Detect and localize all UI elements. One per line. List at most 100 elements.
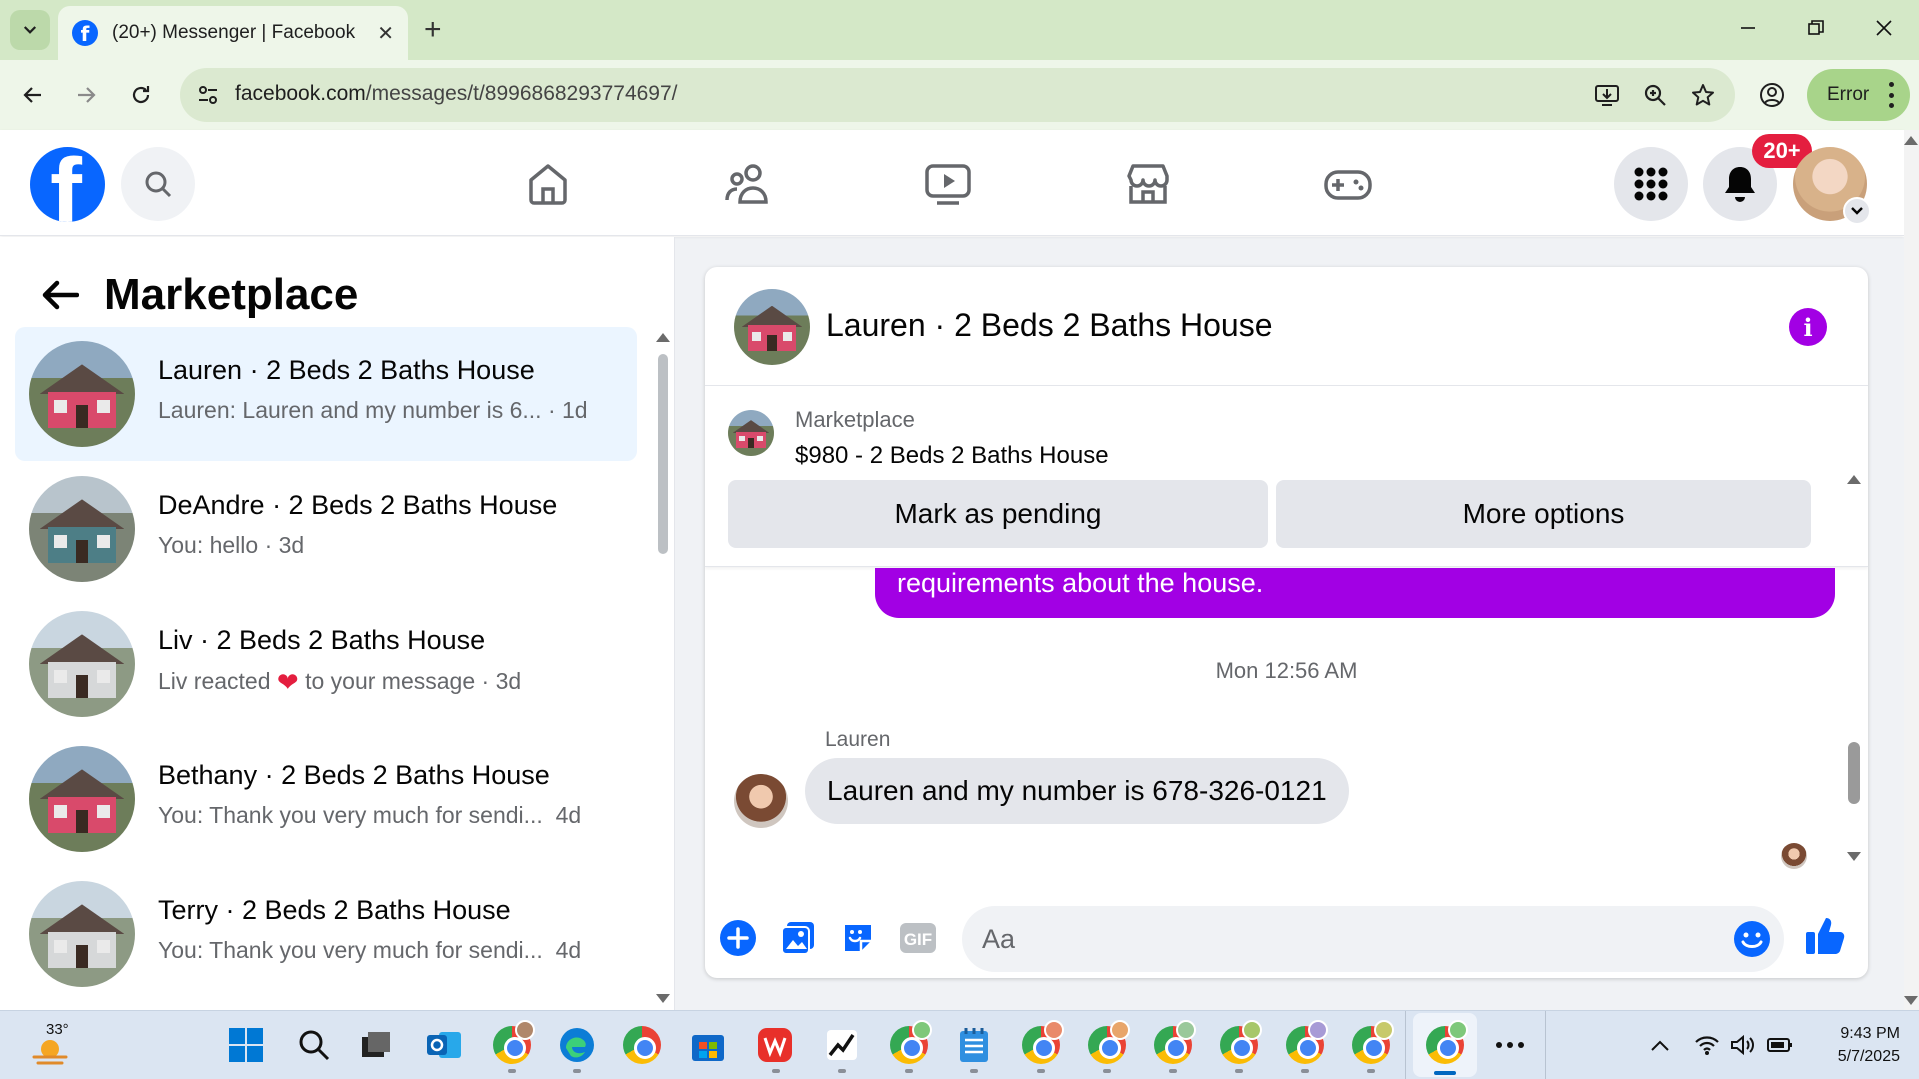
nav-home[interactable] — [516, 152, 580, 216]
window-close-icon[interactable] — [1856, 8, 1912, 48]
bell-icon — [1725, 167, 1755, 202]
forward-arrow-icon[interactable] — [66, 75, 106, 115]
message-input[interactable] — [982, 918, 1682, 960]
start-button[interactable] — [224, 1023, 268, 1067]
gif-icon[interactable]: GIF — [898, 918, 938, 958]
taskbar-chrome-3[interactable] — [887, 1020, 932, 1067]
listing-small-thumbnail[interactable] — [728, 410, 774, 456]
sender-avatar[interactable] — [734, 774, 788, 828]
taskbar-chrome-active[interactable] — [1423, 1020, 1468, 1067]
page-scrollbar[interactable] — [1904, 130, 1919, 1010]
nav-gaming[interactable] — [1316, 152, 1380, 216]
taskbar-chrome-9[interactable] — [1349, 1020, 1394, 1067]
page-scroll-down-icon[interactable] — [1904, 996, 1918, 1005]
new-tab-icon[interactable]: + — [424, 12, 442, 48]
mark-as-pending-button[interactable]: Mark as pending — [728, 480, 1268, 548]
more-menu-icon — [1888, 82, 1894, 108]
listing-price[interactable]: $980 - 2 Beds 2 Baths House — [795, 442, 1109, 470]
running-indicator — [838, 1069, 846, 1073]
system-clock[interactable]: 9:43 PM 5/7/2025 — [1800, 1022, 1900, 1068]
conversation-list-scroll-thumb[interactable] — [658, 354, 668, 554]
reload-icon[interactable] — [121, 75, 161, 115]
volume-icon[interactable] — [1729, 1031, 1757, 1059]
taskbar-separator-2 — [1545, 1011, 1546, 1079]
svg-text:GIF: GIF — [904, 930, 932, 949]
thread-scroll-down-icon[interactable] — [1847, 852, 1861, 861]
thread-scroll-up-icon[interactable] — [1847, 475, 1861, 484]
listing-thumbnail — [29, 611, 135, 717]
chat-title[interactable]: Lauren · 2 Beds 2 Baths House — [826, 307, 1273, 344]
taskbar-chrome-1[interactable] — [490, 1020, 535, 1067]
tab-close-icon[interactable]: ✕ — [377, 21, 394, 46]
tray-overflow-chevron-icon[interactable] — [1646, 1031, 1674, 1059]
conversation-item-deandre[interactable]: DeAndre · 2 Beds 2 Baths House You: hell… — [15, 462, 637, 596]
nav-friends[interactable] — [716, 152, 780, 216]
browser-toolbar: facebook.com/messages/t/8996868293774697… — [0, 60, 1919, 130]
taskbar-edge[interactable] — [555, 1023, 599, 1067]
taskbar-stocks-app[interactable] — [820, 1023, 864, 1067]
clock-date: 5/7/2025 — [1837, 1048, 1900, 1065]
conversation-item-liv[interactable]: Liv · 2 Beds 2 Baths House Liv reacted ❤… — [15, 597, 637, 731]
more-actions-plus-icon[interactable] — [718, 918, 758, 958]
minimize-icon[interactable] — [1720, 8, 1776, 48]
taskbar-store[interactable] — [686, 1023, 730, 1067]
scroll-up-arrow-icon[interactable] — [656, 333, 670, 342]
taskbar-chrome-8[interactable] — [1283, 1020, 1328, 1067]
browser-error-button[interactable]: Error — [1807, 69, 1910, 121]
conversation-preview: You: hello · 3d — [158, 532, 305, 558]
tab-search-button[interactable] — [10, 10, 50, 50]
more-options-button[interactable]: More options — [1276, 480, 1811, 548]
taskbar-outlook[interactable] — [422, 1023, 466, 1067]
browser-tab[interactable]: f (20+) Messenger | Facebook ✕ — [58, 6, 408, 60]
address-bar[interactable]: facebook.com/messages/t/8996868293774697… — [180, 68, 1735, 122]
bookmark-star-icon[interactable] — [1689, 81, 1717, 109]
nav-marketplace[interactable] — [1116, 152, 1180, 216]
facebook-logo-icon[interactable]: f — [30, 147, 105, 222]
taskbar-chrome-4[interactable] — [1019, 1020, 1064, 1067]
taskbar-chrome-6[interactable] — [1151, 1020, 1196, 1067]
back-button[interactable] — [36, 271, 84, 319]
wifi-icon[interactable] — [1693, 1031, 1721, 1059]
conversation-item-lauren[interactable]: Lauren · 2 Beds 2 Baths House Lauren: La… — [15, 327, 637, 461]
taskbar-wps[interactable] — [753, 1023, 797, 1067]
taskbar-chrome-5[interactable] — [1085, 1020, 1130, 1067]
nav-watch[interactable] — [916, 152, 980, 216]
back-arrow-icon[interactable] — [13, 75, 53, 115]
zoom-icon[interactable] — [1641, 81, 1669, 109]
scroll-down-arrow-icon[interactable] — [656, 994, 670, 1003]
account-chevron-icon[interactable] — [1843, 197, 1871, 225]
browser-profile-icon[interactable] — [1755, 78, 1789, 112]
install-app-icon[interactable] — [1593, 81, 1621, 109]
taskbar-chrome-7[interactable] — [1217, 1020, 1262, 1067]
sticker-icon[interactable] — [838, 918, 878, 958]
taskbar-search[interactable] — [292, 1023, 336, 1067]
chrome-icon — [1154, 1020, 1196, 1064]
conversation-list-scrollbar[interactable] — [655, 237, 671, 1010]
attach-photo-icon[interactable] — [778, 918, 818, 958]
task-view[interactable] — [354, 1023, 398, 1067]
like-thumbs-up-icon[interactable] — [1803, 912, 1847, 960]
store-icon — [692, 1035, 724, 1061]
listing-thumbnail — [29, 476, 135, 582]
search-button[interactable] — [121, 147, 195, 221]
restore-icon[interactable] — [1788, 8, 1844, 48]
back-arrow-icon — [42, 280, 79, 310]
wps-office-icon — [758, 1028, 792, 1062]
running-indicator — [1301, 1069, 1309, 1073]
taskbar-notepad[interactable] — [952, 1023, 996, 1067]
page-scroll-up-icon[interactable] — [1904, 136, 1918, 145]
emoji-icon[interactable] — [1732, 919, 1772, 959]
chrome-icon — [1352, 1020, 1394, 1064]
taskbar-chrome-2[interactable] — [620, 1023, 664, 1067]
battery-icon[interactable] — [1766, 1031, 1794, 1059]
site-settings-icon[interactable] — [194, 81, 222, 109]
conversation-item-bethany[interactable]: Bethany · 2 Beds 2 Baths House You: Than… — [15, 732, 637, 866]
temperature: 33° — [46, 1021, 69, 1038]
taskbar-overflow[interactable] — [1488, 1023, 1532, 1067]
conversation-item-terry[interactable]: Terry · 2 Beds 2 Baths House You: Thank … — [15, 867, 637, 1001]
menu-button[interactable] — [1614, 147, 1688, 221]
thread-scroll-thumb[interactable] — [1848, 742, 1860, 804]
info-icon[interactable]: i — [1789, 308, 1827, 346]
chat-listing-thumbnail[interactable] — [734, 289, 810, 365]
weather-widget[interactable]: 33° — [28, 1019, 88, 1069]
